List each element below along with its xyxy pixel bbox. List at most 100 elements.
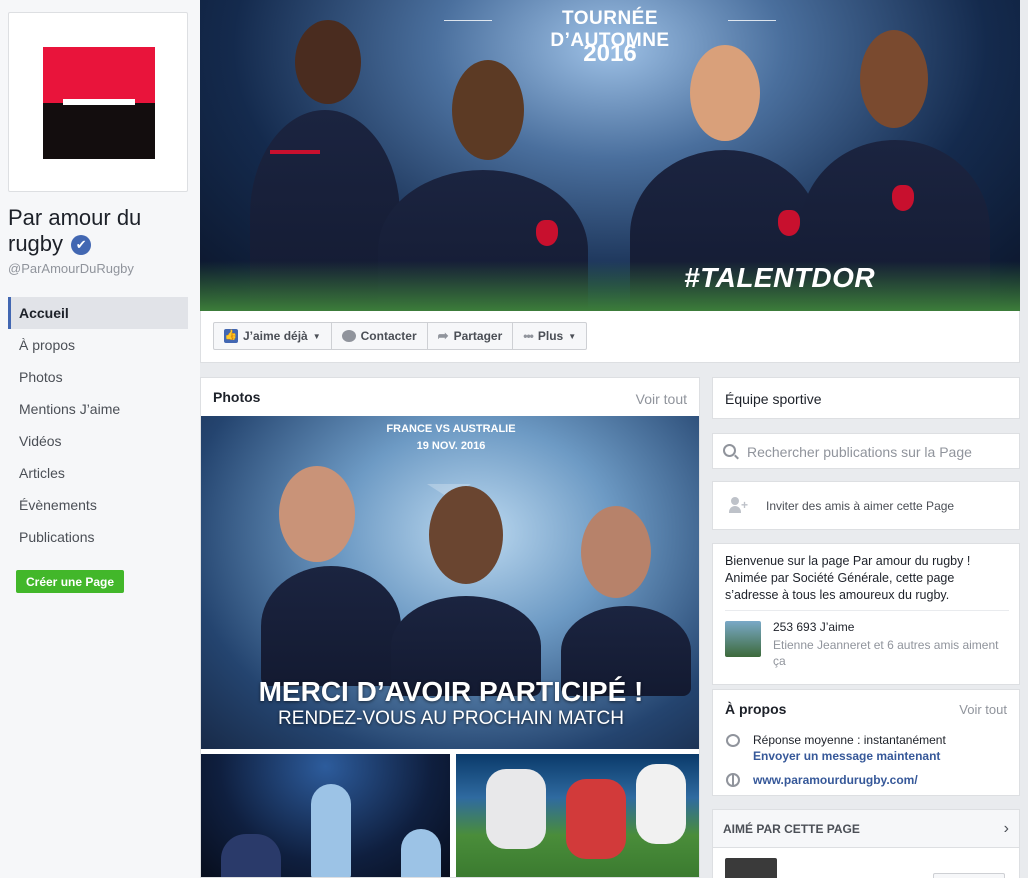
- friends-like-text[interactable]: Etienne Jeanneret et 6 autres amis aimen…: [773, 637, 1013, 669]
- cover-player-4-rooster-icon: [892, 185, 914, 211]
- share-arrow-icon: ➦: [437, 328, 449, 343]
- page-intro-card: Bienvenue sur la page Par amour du rugby…: [712, 543, 1020, 685]
- photos-card-title[interactable]: Photos: [213, 389, 260, 405]
- photos-see-all-link[interactable]: Voir tout: [636, 391, 687, 407]
- nav-item-accueil[interactable]: Accueil: [8, 297, 188, 329]
- page-action-bar: 👍 J’aime déjà ▼ Contacter ➦ Partager •••…: [200, 311, 1020, 363]
- photos-card: Photos Voir tout FRANCE VS AUSTRALIE 19 …: [200, 377, 700, 878]
- add-friend-icon-plus: +: [741, 498, 749, 512]
- cover-photo[interactable]: TOURNÉE D’AUTOMNE 2016 #TALENTDOR: [200, 0, 1020, 311]
- profile-picture[interactable]: [8, 12, 188, 192]
- cover-pitch-gradient: [200, 261, 1020, 311]
- scrum-player-2: [566, 779, 626, 859]
- likes-count: 253 693 J’aime: [773, 620, 855, 634]
- invite-friends-label[interactable]: Inviter des amis à aimer cette Page: [766, 499, 954, 513]
- thumbs-up-icon: 👍: [224, 329, 238, 343]
- like-page-label: J’aime déjà: [243, 329, 308, 343]
- featured-player-3-head: [581, 506, 651, 598]
- featured-photo-headline: MERCI D’AVOIR PARTICIPÉ !: [258, 676, 644, 707]
- liked-page-avatar[interactable]: [725, 858, 777, 878]
- liked-by-page-card: AIMÉ PAR CETTE PAGE ›: [712, 809, 1020, 878]
- website-link[interactable]: www.paramourdurugby.com/: [753, 773, 918, 787]
- page-category[interactable]: Équipe sportive: [725, 391, 822, 407]
- cover-hashtag: #TALENTDOR: [684, 262, 876, 293]
- logo-black-square: [43, 103, 155, 159]
- more-dots-icon: •••: [523, 329, 534, 343]
- cover-player-3-rooster-icon: [778, 210, 800, 236]
- cover-title-rule-left: [444, 20, 492, 21]
- liked-page-like-button[interactable]: [933, 873, 1005, 878]
- page-description: Bienvenue sur la page Par amour du rugby…: [725, 554, 971, 602]
- nav-item-articles[interactable]: Articles: [8, 457, 188, 489]
- page-category-card: Équipe sportive: [712, 377, 1020, 419]
- divider: [725, 610, 1009, 611]
- logo-red-square: [43, 47, 155, 103]
- send-message-link[interactable]: Envoyer un message maintenant: [753, 749, 940, 763]
- nav-item-evenements[interactable]: Évènements: [8, 489, 188, 521]
- verified-badge-icon: ✔: [71, 235, 92, 255]
- featured-player-2-head: [429, 486, 503, 584]
- response-time: Réponse moyenne : instantanément: [753, 733, 946, 747]
- message-bubble-icon: [341, 330, 356, 342]
- scrum-player-1: [486, 769, 546, 849]
- globe-icon: [726, 773, 740, 787]
- like-page-button[interactable]: 👍 J’aime déjà ▼: [213, 322, 332, 350]
- cover-title-rule-right: [728, 20, 776, 21]
- cover-player-4-head: [860, 30, 928, 128]
- share-label: Partager: [453, 329, 503, 343]
- friend-avatar[interactable]: [725, 621, 761, 657]
- contact-button[interactable]: Contacter: [330, 322, 428, 350]
- share-button[interactable]: ➦ Partager: [426, 322, 514, 350]
- chevron-down-icon: ▼: [312, 331, 321, 341]
- featured-player-1: [261, 466, 401, 686]
- more-button[interactable]: ••• Plus ▼: [512, 322, 588, 350]
- page-handle[interactable]: @ParAmourDuRugby: [8, 261, 134, 276]
- cover-player-2-rooster-icon: [536, 220, 558, 246]
- photo-thumbnail-lineout[interactable]: [201, 754, 450, 877]
- cover-player-1-stripe: [270, 150, 320, 154]
- scrum-player-3: [636, 764, 686, 844]
- featured-photo-match: FRANCE VS AUSTRALIE: [386, 423, 516, 435]
- photo-thumbnail-scrum[interactable]: [456, 754, 699, 877]
- cover-player-3-head: [690, 45, 760, 141]
- featured-photo-date: 19 NOV. 2016: [416, 440, 486, 452]
- about-title[interactable]: À propos: [725, 701, 786, 717]
- add-friend-icon-head: [731, 497, 739, 505]
- left-nav: Accueil À propos Photos Mentions J’aime …: [8, 297, 188, 553]
- cover-year: 2016: [583, 40, 637, 67]
- chevron-down-icon: ▼: [568, 331, 577, 341]
- liked-by-page-title: AIMÉ PAR CETTE PAGE: [723, 822, 860, 836]
- lineout-player: [221, 834, 281, 877]
- cover-player-1-head: [295, 20, 361, 104]
- contact-label: Contacter: [360, 329, 417, 343]
- liked-by-page-header[interactable]: AIMÉ PAR CETTE PAGE ›: [713, 810, 1019, 848]
- nav-item-a-propos[interactable]: À propos: [8, 329, 188, 361]
- logo-white-bar: [63, 99, 135, 105]
- about-see-all-link[interactable]: Voir tout: [959, 702, 1007, 717]
- about-card: À propos Voir tout Réponse moyenne : ins…: [712, 689, 1020, 796]
- societe-generale-logo: [43, 47, 155, 159]
- nav-item-photos[interactable]: Photos: [8, 361, 188, 393]
- create-page-button[interactable]: Créer une Page: [16, 570, 125, 593]
- search-input[interactable]: Rechercher publications sur la Page: [747, 444, 972, 460]
- messenger-icon: [726, 734, 740, 747]
- search-icon: [723, 444, 736, 457]
- action-buttons: 👍 J’aime déjà ▼ Contacter ➦ Partager •••…: [213, 322, 588, 350]
- invite-friends-card[interactable]: + Inviter des amis à aimer cette Page: [712, 481, 1020, 530]
- featured-player-1-head: [279, 466, 355, 562]
- nav-item-videos[interactable]: Vidéos: [8, 425, 188, 457]
- chevron-right-icon[interactable]: ›: [1004, 820, 1009, 838]
- add-friend-icon: +: [729, 497, 749, 515]
- add-friend-icon-body: [729, 506, 741, 513]
- nav-item-mentions-jaime[interactable]: Mentions J’aime: [8, 393, 188, 425]
- left-column: Par amour du rugby ✔ @ParAmourDuRugby Ac…: [0, 0, 200, 878]
- page-search-card[interactable]: Rechercher publications sur la Page: [712, 433, 1020, 469]
- more-label: Plus: [537, 329, 564, 343]
- page-title[interactable]: Par amour du rugby ✔: [8, 205, 194, 257]
- lineout-jumper: [311, 784, 351, 877]
- nav-item-publications[interactable]: Publications: [8, 521, 188, 553]
- cover-player-2-head: [452, 60, 524, 160]
- featured-photo[interactable]: FRANCE VS AUSTRALIE 19 NOV. 2016 MERCI D…: [201, 416, 699, 749]
- lineout-player-right: [401, 829, 441, 877]
- featured-photo-subline: RENDEZ-VOUS AU PROCHAIN MATCH: [278, 708, 624, 729]
